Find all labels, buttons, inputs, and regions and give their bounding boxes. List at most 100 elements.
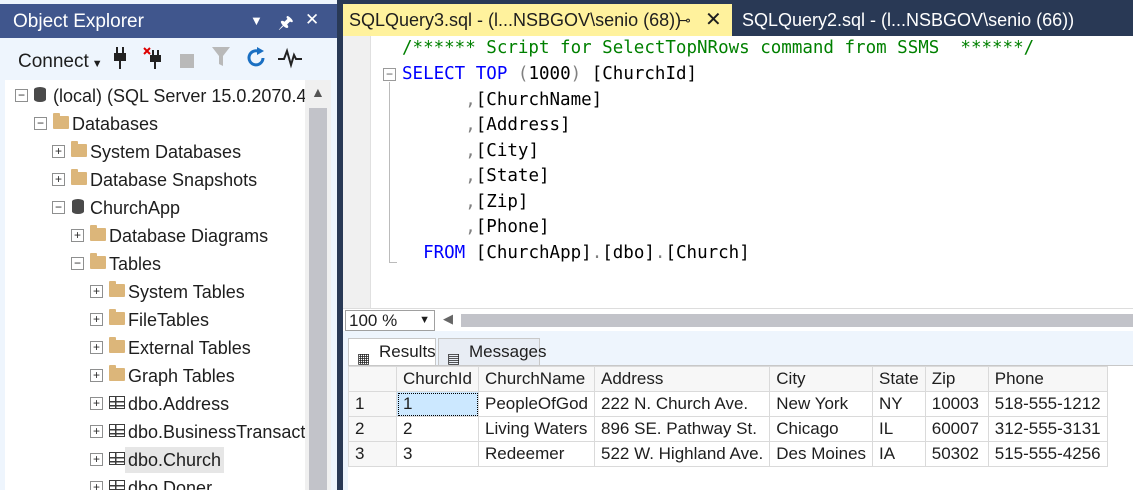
tab-label: SQLQuery2.sql - (l...NSBGOV\senio (66)) <box>742 10 1075 30</box>
grid-cell[interactable]: 222 N. Church Ave. <box>594 391 771 417</box>
identifier: [Zip] <box>475 191 529 212</box>
connect-dropdown-icon[interactable]: ▼ <box>92 58 103 70</box>
expand-icon[interactable]: + <box>90 369 103 382</box>
disconnect-icon[interactable] <box>143 47 165 75</box>
tree-node-label: System Databases <box>90 142 242 162</box>
tab-sqlquery3[interactable]: SQLQuery3.sql - (l...NSBGOV\senio (68)) … <box>343 4 732 36</box>
comma: , <box>465 166 476 186</box>
tree-node-label: External Tables <box>128 338 251 358</box>
activity-monitor-icon[interactable] <box>278 47 302 75</box>
expand-icon[interactable]: + <box>90 481 103 490</box>
expand-icon[interactable]: + <box>71 229 84 242</box>
column-header[interactable]: Phone <box>987 366 1108 392</box>
connect-plug-icon[interactable] <box>113 47 127 75</box>
grid-cell[interactable]: 3 <box>396 441 479 467</box>
object-explorer-panel: Object Explorer ▼ 🖈︎ ✕ Connect▼ − (loca <box>0 0 343 490</box>
collapse-icon[interactable]: − <box>34 117 47 130</box>
collapse-icon[interactable]: − <box>52 201 65 214</box>
row-number[interactable]: 2 <box>348 416 397 442</box>
tree-node-label: Graph Tables <box>128 366 235 386</box>
table-row[interactable]: 1 1 PeopleOfGod 222 N. Church Ave. New Y… <box>348 391 1108 417</box>
scroll-left-icon[interactable]: ◀ <box>443 311 453 327</box>
object-explorer-tree: − (local) (SQL Server 15.0.2070.41 − Dat… <box>5 80 305 490</box>
pin-tab-icon[interactable]: ⊸ <box>679 4 691 36</box>
grid-cell[interactable]: NY <box>872 391 926 417</box>
dot: . <box>654 242 666 263</box>
scroll-up-icon[interactable]: ▲ <box>311 84 325 100</box>
grid-cell[interactable]: Redeemer <box>477 441 596 467</box>
close-icon[interactable]: ✕ <box>305 10 319 30</box>
grid-cell[interactable]: 312-555-3131 <box>987 416 1108 442</box>
grid-cell[interactable]: IA <box>872 441 926 467</box>
grid-cell[interactable]: New York <box>769 391 874 417</box>
grid-cell[interactable]: Chicago <box>769 416 874 442</box>
grid-cell[interactable]: 515-555-4256 <box>987 441 1108 467</box>
window-position-dropdown-icon[interactable]: ▼ <box>250 13 263 28</box>
identifier: [ChurchApp] <box>475 242 592 263</box>
connect-button[interactable]: Connect ▼ <box>18 51 103 73</box>
stop-icon[interactable] <box>180 51 194 74</box>
column-header[interactable]: Address <box>594 366 771 392</box>
grid-cell[interactable]: 896 SE. Pathway St. <box>594 416 771 442</box>
tab-label: SQLQuery3.sql - (l...NSBGOV\senio (68)) <box>349 10 682 30</box>
grid-cell[interactable]: Living Waters <box>477 416 596 442</box>
tab-messages[interactable]: ▤ Messages <box>438 338 546 366</box>
grid-cell[interactable]: IL <box>872 416 926 442</box>
grid-cell[interactable]: 522 W. Highland Ave. <box>594 441 771 467</box>
scrollbar-thumb[interactable] <box>309 108 327 490</box>
tab-sqlquery2[interactable]: SQLQuery2.sql - (l...NSBGOV\senio (66)) <box>736 4 1133 36</box>
table-row[interactable]: 2 2 Living Waters 896 SE. Pathway St. Ch… <box>348 416 1108 442</box>
column-header[interactable]: Zip <box>924 366 989 392</box>
collapse-icon[interactable]: − <box>71 257 84 270</box>
grid-cell[interactable]: 50302 <box>924 441 989 467</box>
collapse-icon[interactable]: − <box>15 89 28 102</box>
query-editor[interactable]: − /****** Script for SelectTopNRows comm… <box>343 36 1133 308</box>
grid-corner-cell[interactable] <box>348 366 397 392</box>
table-icon <box>109 396 125 409</box>
chevron-down-icon[interactable]: ▼ <box>419 311 430 330</box>
code-from-line: FROM [ChurchApp].[dbo].[Church] <box>402 241 750 267</box>
expand-icon[interactable]: + <box>90 397 103 410</box>
expand-icon[interactable]: + <box>90 341 103 354</box>
grid-cell[interactable]: 1 <box>396 391 479 417</box>
expand-icon[interactable]: + <box>52 145 65 158</box>
grid-cell[interactable]: 10003 <box>924 391 989 417</box>
keyword: FROM <box>423 242 466 263</box>
close-tab-icon[interactable]: ✕ <box>705 4 722 36</box>
tab-results[interactable]: ▦ Results <box>348 338 436 366</box>
column-header[interactable]: State <box>872 366 926 392</box>
expand-icon[interactable]: + <box>90 425 103 438</box>
column-header[interactable]: City <box>769 366 874 392</box>
paren: ( <box>517 64 529 84</box>
results-panel: ▦ Results ▤ Messages ChurchId ChurchName… <box>343 331 1133 490</box>
table-row[interactable]: 3 3 Redeemer 522 W. Highland Ave. Des Mo… <box>348 441 1108 467</box>
identifier: [ChurchName] <box>475 89 603 110</box>
refresh-icon[interactable] <box>245 47 267 75</box>
grid-cell[interactable]: PeopleOfGod <box>477 391 596 417</box>
row-number[interactable]: 1 <box>348 391 397 417</box>
pin-icon[interactable]: 🖈︎ <box>278 10 294 39</box>
expand-icon[interactable]: + <box>90 285 103 298</box>
expand-icon[interactable]: + <box>52 173 65 186</box>
tree-node-label: dbo.Doner <box>128 478 213 490</box>
filter-icon[interactable] <box>212 47 230 73</box>
code-select-line: SELECT TOP (1000) [ChurchId] <box>402 62 697 88</box>
horizontal-scrollbar-thumb[interactable] <box>461 314 1133 327</box>
zoom-select[interactable]: 100 % ▼ <box>345 310 435 331</box>
grid-cell[interactable]: 518-555-1212 <box>987 391 1108 417</box>
folder-icon <box>90 253 106 269</box>
expand-icon[interactable]: + <box>90 313 103 326</box>
tree-node-label: System Tables <box>128 282 245 302</box>
grid-cell[interactable]: Des Moines <box>769 441 874 467</box>
paren: ) <box>570 64 582 84</box>
grid-cell[interactable]: 2 <box>396 416 479 442</box>
results-grid: ChurchId ChurchName Address City State Z… <box>348 366 1108 467</box>
column-header[interactable]: ChurchName <box>477 366 596 392</box>
zoom-value: 100 % <box>349 311 398 330</box>
grid-cell[interactable]: 60007 <box>924 416 989 442</box>
object-explorer-scrollbar[interactable]: ▲ <box>305 80 331 490</box>
row-number[interactable]: 3 <box>348 441 397 467</box>
expand-icon[interactable]: + <box>90 453 103 466</box>
column-header[interactable]: ChurchId <box>396 366 479 392</box>
code-collapse-icon[interactable]: − <box>383 68 396 81</box>
